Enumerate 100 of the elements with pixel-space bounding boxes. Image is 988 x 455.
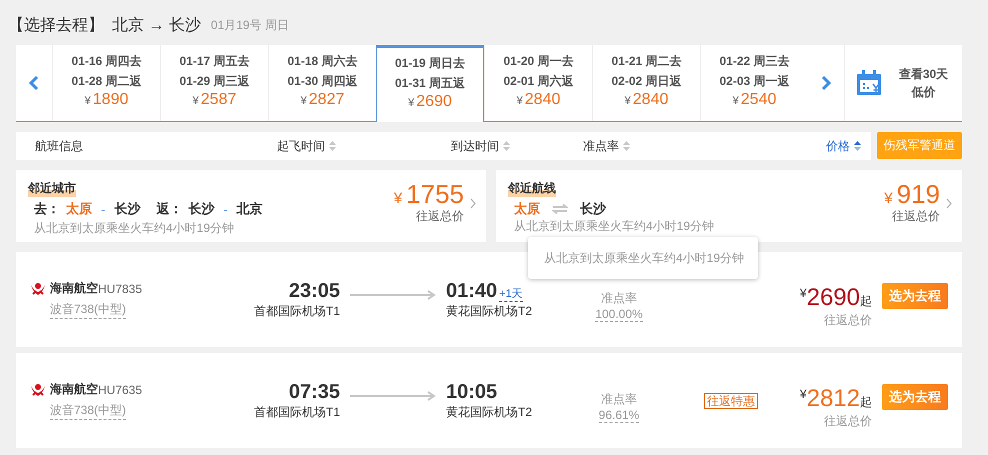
flight-price: 2812: [806, 385, 860, 413]
ontime-label: 准点率: [601, 290, 637, 306]
flight-number: HU7635: [98, 382, 142, 396]
depart-date: 01-19 周日去: [394, 55, 466, 72]
date-tab[interactable]: 01-19 周日去 01-31 周五返 ¥2690: [376, 45, 484, 122]
route-dash: -: [100, 202, 106, 216]
flight-number: HU7835: [98, 282, 142, 296]
date-tab[interactable]: 01-22 周三去 02-03 周一返 ¥2540: [700, 45, 808, 121]
nearby-card[interactable]: 邻近城市 去： 太原 - 长沙 返： 长沙 - 北京 从北京到太原乘坐火车约4小时19分钟 ¥1755 往返总价: [16, 170, 486, 242]
date-tab[interactable]: 01-20 周一去 02-01 周六返 ¥2840: [484, 45, 592, 121]
price-suffix: 起: [860, 394, 872, 411]
depart-date: 01-18 周六去: [287, 53, 358, 70]
return-date: 01-28 周二返: [71, 73, 142, 90]
airline-logo-icon: [30, 382, 46, 396]
price: 919: [896, 180, 940, 208]
currency-sign: ¥: [300, 95, 307, 107]
tab-price: 2690: [416, 93, 452, 111]
arrow-icon: [350, 390, 436, 400]
route-dash: -: [222, 202, 229, 216]
next-day-link[interactable]: +1天: [499, 286, 523, 302]
arrow-icon: [350, 290, 436, 300]
currency-sign: ¥: [800, 286, 807, 300]
airline-name: 海南航空: [50, 280, 98, 297]
airport-name: 首都国际机场T1: [254, 302, 340, 320]
airport-name: 黄花国际机场T2: [446, 404, 534, 420]
city-name: 北京: [236, 200, 263, 218]
currency-sign: ¥: [394, 190, 402, 207]
price: 1755: [406, 180, 464, 208]
airport-name: 首都国际机场T1: [254, 404, 340, 420]
tooltip: 从北京到太原乘坐火车约4小时19分钟: [528, 237, 758, 279]
departure-time: 07:35: [288, 380, 340, 404]
flight-price: 2690: [806, 284, 860, 312]
route-label: 去：: [34, 200, 60, 218]
date-tab[interactable]: 01-17 周五去 01-29 周三返 ¥2587: [160, 45, 268, 121]
price-suffix: 起: [860, 293, 872, 310]
airport-name: 黄花国际机场T2: [446, 302, 534, 320]
depart-date: 01-16 周四去: [71, 53, 142, 70]
price-note: 往返总价: [824, 413, 872, 430]
date-label: 01月19号 周日: [210, 17, 289, 34]
date-tab[interactable]: 01-16 周四去 01-28 周二返 ¥1890: [52, 45, 160, 121]
sort-header[interactable]: 到达时间: [451, 138, 583, 154]
sort-header[interactable]: 起飞时间: [277, 138, 451, 154]
price-note: 往返总价: [824, 312, 872, 329]
calendar-button[interactable]: 查看30天低价: [844, 45, 962, 121]
return-date: 01-29 周三返: [179, 73, 250, 90]
sort-header[interactable]: 准点率: [583, 138, 826, 154]
chevron-left-icon: [29, 75, 39, 91]
city-name: 太原: [514, 200, 540, 218]
arrival-time: 01:40: [446, 280, 498, 302]
route-title: 北京 → 长沙: [112, 16, 201, 36]
airline-name: 海南航空: [50, 381, 98, 398]
depart-date: 01-21 周二去: [611, 53, 682, 70]
city-name: 长沙: [580, 200, 606, 218]
chevron-right-icon: [821, 75, 831, 91]
currency-sign: ¥: [516, 95, 523, 107]
return-date: 01-30 周四返: [287, 73, 358, 90]
city-name: 长沙: [114, 200, 140, 218]
page-title: 【选择去程】: [8, 16, 104, 36]
currency-sign: ¥: [800, 387, 807, 401]
arrival-time: 10:05: [446, 380, 498, 404]
tab-price: 1890: [92, 91, 128, 109]
note-text: 从北京到太原乘坐火车约4小时19分钟: [34, 220, 234, 237]
price-note: 往返总价: [892, 208, 940, 225]
chevron-right-icon: [946, 198, 952, 209]
currency-sign: ¥: [84, 95, 91, 107]
airline-logo-icon: [30, 282, 46, 296]
swap-icon: [552, 204, 568, 214]
currency-sign: ¥: [624, 95, 631, 107]
return-date: 02-03 周一返: [719, 73, 790, 90]
deal-tag: 往返特惠: [704, 392, 758, 408]
departure-time: 23:05: [288, 280, 340, 302]
route-label: 返：: [156, 200, 182, 218]
return-date: 01-31 周五返: [394, 75, 466, 92]
tab-price: 2540: [740, 91, 776, 109]
city-name: 太原: [66, 200, 92, 218]
date-tab[interactable]: 01-21 周二去 02-02 周日返 ¥2840: [592, 45, 700, 121]
currency-sign: ¥: [732, 95, 739, 107]
sort-header[interactable]: 价格: [826, 138, 861, 154]
sort-header[interactable]: 航班信息: [35, 138, 277, 154]
chevron-right-icon: [470, 198, 476, 209]
tab-price: 2587: [200, 91, 236, 109]
currency-sign: ¥: [884, 190, 893, 207]
card-title: 邻近航线: [508, 180, 556, 197]
depart-date: 01-17 周五去: [179, 53, 250, 70]
calendar-icon: [856, 69, 884, 97]
tab-price: 2840: [524, 91, 560, 109]
note-text: 从北京到太原乘坐火车约4小时19分钟: [514, 218, 714, 235]
currency-sign: ¥: [192, 95, 199, 107]
depart-date: 01-20 周一去: [503, 53, 574, 70]
tab-price: 2827: [308, 91, 344, 109]
card-title: 邻近城市: [28, 180, 76, 197]
return-date: 02-01 周六返: [503, 73, 574, 90]
return-date: 02-02 周日返: [611, 73, 682, 90]
city-name: 长沙: [188, 200, 214, 218]
depart-date: 01-22 周三去: [719, 53, 790, 70]
price-note: 往返总价: [416, 208, 464, 225]
nearby-card[interactable]: 邻近航线 太原 长沙 从北京到太原乘坐火车约4小时19分钟 ¥919 往返总价: [496, 170, 962, 242]
currency-sign: ¥: [408, 97, 414, 109]
ontime-label: 准点率: [601, 390, 637, 408]
tab-price: 2840: [632, 91, 668, 109]
